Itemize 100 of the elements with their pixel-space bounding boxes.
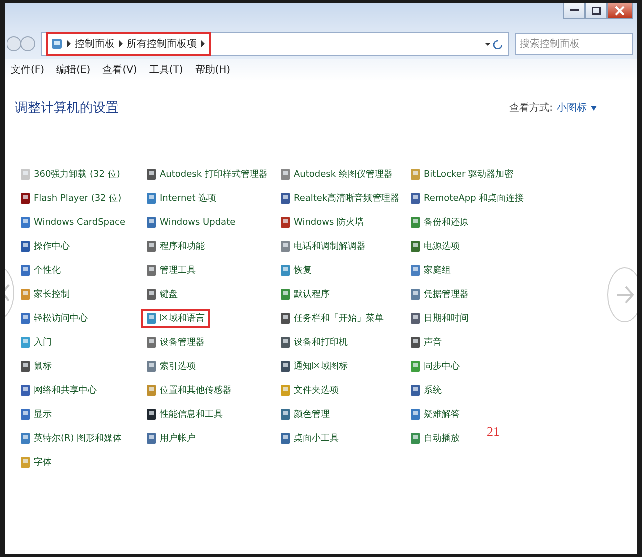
applet-icon [20,432,31,445]
control-panel-item[interactable]: 英特尔(R) 图形和媒体 [15,429,128,448]
control-panel-item[interactable]: 家庭组 [405,261,456,280]
applet-icon [280,336,291,349]
control-panel-item[interactable]: 颜色管理 [275,405,335,424]
control-panel-item[interactable]: 设备管理器 [141,333,210,352]
applet-icon [410,312,421,325]
control-panel-item[interactable]: 操作中心 [15,237,75,256]
applet-icon [280,168,291,181]
control-panel-item[interactable]: 电话和调制解调器 [275,237,371,256]
control-panel-item[interactable]: 疑难解答 [405,405,465,424]
applet-icon [280,312,291,325]
control-panel-item[interactable]: 鼠标 [15,357,57,376]
caret-icon[interactable] [591,106,597,110]
applet-icon [20,456,31,469]
control-panel-item[interactable]: 个性化 [15,261,66,280]
minimize-button[interactable] [563,3,585,19]
control-panel-item[interactable]: 文件夹选项 [275,381,344,400]
maximize-button[interactable] [585,3,607,19]
applet-icon [20,360,31,373]
control-panel-item[interactable]: 轻松访问中心 [15,309,93,328]
control-panel-item[interactable]: 凭据管理器 [405,285,474,304]
chevron-icon[interactable] [118,40,124,48]
control-panel-item[interactable]: 区域和语言 [141,309,210,328]
search-field[interactable]: 搜索控制面板 [515,33,633,55]
applet-icon [146,216,157,229]
control-panel-item[interactable]: 默认程序 [275,285,335,304]
control-panel-item[interactable]: 程序和功能 [141,237,210,256]
applet-icon [280,384,291,397]
applet-icon [146,360,157,373]
control-panel-item[interactable]: 桌面小工具 [275,429,344,448]
control-panel-item[interactable]: 日期和时间 [405,309,474,328]
control-panel-item[interactable]: 位置和其他传感器 [141,381,237,400]
control-panel-item[interactable]: Flash Player (32 位) [15,189,127,208]
control-panel-item[interactable]: Windows CardSpace [15,213,131,232]
control-panel-item[interactable]: 性能信息和工具 [141,405,228,424]
control-panel-item[interactable]: Autodesk 绘图仪管理器 [275,165,398,184]
control-panel-item[interactable]: Internet 选项 [141,189,222,208]
control-panel-item[interactable]: 自动播放 [405,429,465,448]
applet-icon [410,216,421,229]
applet-icon [410,288,421,301]
control-panel-item[interactable]: 系统 [405,381,447,400]
control-panel-item[interactable]: 设备和打印机 [275,333,353,352]
control-panel-item[interactable]: 管理工具 [141,261,201,280]
applet-icon [146,240,157,253]
control-panel-item[interactable]: 恢复 [275,261,317,280]
applet-icon [410,384,421,397]
chevron-icon[interactable] [200,40,206,48]
applet-icon [410,192,421,205]
control-panel-item[interactable]: 字体 [15,453,57,472]
breadcrumb-item[interactable]: 所有控制面板项 [127,37,197,51]
applet-icon [146,288,157,301]
minimize-icon [570,9,578,12]
applet-icon [20,408,31,421]
control-panel-item[interactable]: 同步中心 [405,357,465,376]
view-by-label: 查看方式: [510,102,553,115]
control-panel-item[interactable]: 网络和共享中心 [15,381,102,400]
applet-icon [20,384,31,397]
applet-icon [20,240,31,253]
breadcrumb-item[interactable]: 控制面板 [75,37,115,51]
control-panel-item[interactable]: Realtek高清晰音频管理器 [275,189,405,208]
menu-item[interactable]: 编辑(E) [56,63,91,77]
control-panel-item[interactable]: RemoteApp 和桌面连接 [405,189,530,208]
menu-item[interactable]: 工具(T) [149,63,184,77]
applet-icon [20,168,31,181]
control-panel-item[interactable]: Windows 防火墙 [275,213,370,232]
applet-icon [146,432,157,445]
control-panel-item[interactable]: 索引选项 [141,357,201,376]
control-panel-item[interactable]: 用户帐户 [141,429,201,448]
menu-item[interactable]: 文件(F) [11,63,45,77]
control-panel-item[interactable]: 备份和还原 [405,213,474,232]
applet-icon [280,192,291,205]
applet-icon [280,216,291,229]
control-panel-item[interactable]: 360强力卸载 (32 位) [15,165,126,184]
dropdown-refresh-icon[interactable] [484,39,504,49]
control-panel-item[interactable]: 键盘 [141,285,183,304]
control-panel-item[interactable]: 声音 [405,333,447,352]
control-panel-item[interactable]: 通知区域图标 [275,357,353,376]
menu-item[interactable]: 查看(V) [102,63,138,77]
control-panel-item[interactable]: 入门 [15,333,57,352]
applet-icon [410,168,421,181]
control-panel-item[interactable]: Windows Update [141,213,241,232]
control-panel-item[interactable]: 任务栏和「开始」菜单 [275,309,389,328]
control-panel-item[interactable]: 电源选项 [405,237,465,256]
applet-icon [20,312,31,325]
applet-icon [410,408,421,421]
close-icon [615,6,625,16]
address-bar[interactable]: 控制面板 所有控制面板项 [41,32,509,56]
applet-icon [146,192,157,205]
page-heading: 调整计算机的设置 [15,100,119,117]
control-panel-item[interactable]: BitLocker 驱动器加密 [405,165,519,184]
control-panel-item[interactable]: Autodesk 打印样式管理器 [141,165,273,184]
applet-icon [20,336,31,349]
view-by-link[interactable]: 小图标 [557,101,587,115]
control-panel-item[interactable]: 显示 [15,405,57,424]
close-button[interactable] [607,3,633,19]
applet-icon [410,240,421,253]
menu-item[interactable]: 帮助(H) [195,63,231,77]
chevron-icon[interactable] [66,40,72,48]
control-panel-item[interactable]: 家长控制 [15,285,75,304]
